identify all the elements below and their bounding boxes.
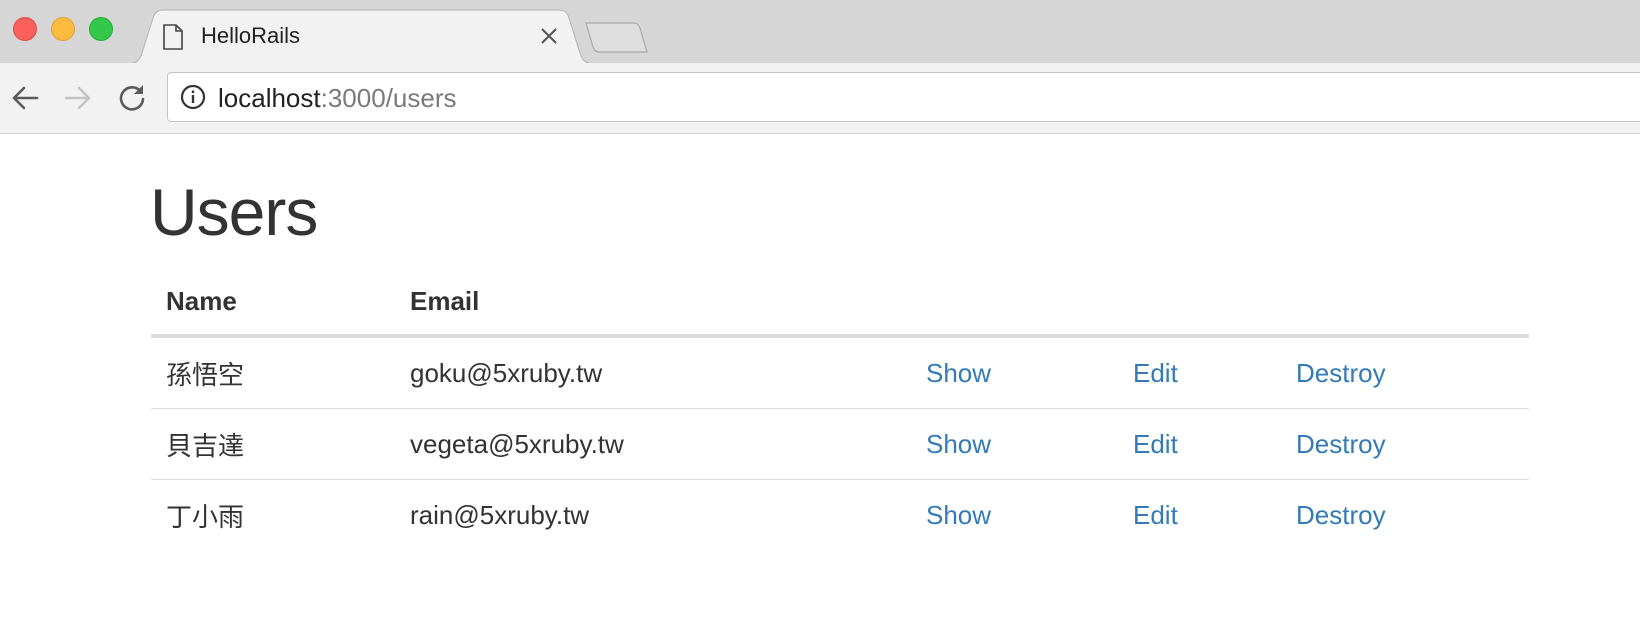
info-icon[interactable] — [180, 84, 206, 110]
column-header-destroy — [1281, 268, 1529, 338]
page-title: Users — [150, 175, 318, 249]
user-email: goku@5xruby.tw — [395, 336, 911, 409]
url-path: :3000/users — [320, 83, 457, 113]
table-row: 貝吉達 vegeta@5xruby.tw Show Edit Destroy — [151, 408, 1529, 480]
window-maximize-button[interactable] — [89, 17, 113, 41]
tab-title: HelloRails — [201, 23, 301, 48]
address-bar[interactable]: localhost:3000/users — [167, 72, 1640, 122]
tab-shape — [126, 9, 596, 64]
window-minimize-button[interactable] — [51, 17, 75, 41]
new-tab-button[interactable] — [582, 20, 652, 56]
edit-link[interactable]: Edit — [1133, 358, 1178, 388]
show-link[interactable]: Show — [926, 358, 991, 388]
user-name: 丁小雨 — [166, 501, 245, 532]
user-name: 孫悟空 — [151, 336, 395, 409]
column-header-name: Name — [151, 268, 395, 338]
column-header-show — [911, 268, 1118, 338]
destroy-link[interactable]: Destroy — [1296, 500, 1386, 530]
document-icon — [163, 24, 183, 50]
browser-toolbar: localhost:3000/users — [0, 63, 1640, 134]
user-email: vegeta@5xruby.tw — [395, 408, 911, 480]
browser-tab-active[interactable]: HelloRails — [126, 9, 596, 64]
user-name: 貝吉達 — [151, 408, 395, 480]
edit-link[interactable]: Edit — [1133, 429, 1178, 459]
reload-icon[interactable] — [117, 83, 147, 113]
table-header-row: Name Email — [151, 268, 1529, 338]
table-row: 丁小雨 rain@5xruby.tw Show Edit Destroy — [151, 480, 1529, 551]
window-close-button[interactable] — [13, 17, 37, 41]
users-table: Name Email 孫悟空 goku@5xruby.tw Show Edit … — [151, 268, 1529, 550]
column-header-email: Email — [395, 268, 911, 338]
destroy-link[interactable]: Destroy — [1296, 429, 1386, 459]
close-icon[interactable] — [538, 25, 560, 47]
url-text: localhost:3000/users — [218, 83, 457, 113]
column-header-edit — [1118, 268, 1281, 338]
show-link[interactable]: Show — [926, 500, 991, 530]
user-email: rain@5xruby.tw — [410, 499, 590, 530]
url-host: localhost — [218, 83, 321, 113]
destroy-link[interactable]: Destroy — [1296, 358, 1386, 388]
arrow-right-icon[interactable] — [63, 83, 93, 113]
arrow-left-icon[interactable] — [10, 83, 40, 113]
table-row: 孫悟空 goku@5xruby.tw Show Edit Destroy — [151, 336, 1529, 409]
edit-link[interactable]: Edit — [1133, 500, 1178, 530]
browser-tab-strip: HelloRails — [0, 0, 1640, 64]
show-link[interactable]: Show — [926, 429, 991, 459]
